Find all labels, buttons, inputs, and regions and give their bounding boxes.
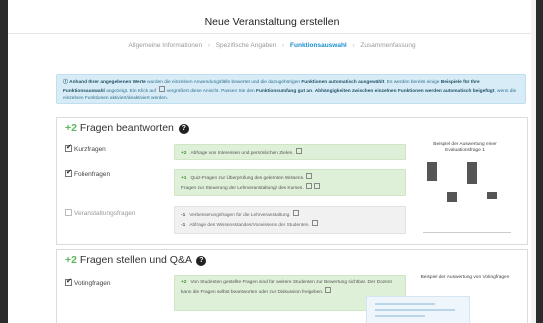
info-icon: ⓘ (63, 80, 68, 85)
magnify-icon[interactable] (305, 183, 312, 189)
chart-bar (447, 192, 457, 202)
preview-line (375, 303, 435, 305)
checkbox-checked[interactable] (65, 277, 72, 286)
info-text: . Es werden bereits einige (384, 80, 441, 85)
question-circle-icon[interactable]: ? (178, 124, 189, 134)
dialog-title: Neue Veranstaltung erstellen (204, 16, 340, 28)
wizard-steps: Allgemeine Informationen › Spezifische A… (8, 42, 536, 49)
example-title: Beispiel der Auswertung einer Evaluation… (433, 142, 497, 153)
step-general-info[interactable]: Allgemeine Informationen (128, 42, 202, 49)
reason-score: -1 (181, 213, 186, 218)
info-text: Funktionsumfang gut an (256, 89, 313, 94)
checkbox-unchecked[interactable] (65, 209, 72, 216)
info-text: Abhängigkeiten zwischen einzelnen Funkti… (314, 89, 495, 94)
reason-box-folienfragen: +1 Quiz-Fragen zur Überprüfung des gelern… (174, 169, 406, 196)
info-text: angezeigt. Ein Klick auf (104, 89, 158, 94)
magnify-icon[interactable] (295, 148, 302, 154)
reason-score: +2 (181, 280, 187, 285)
option-kurzfragen[interactable]: Kurzfragen (65, 143, 106, 153)
preview-line (375, 309, 455, 311)
info-text: wurden die einzelnen Anwendungsfälle bew… (145, 80, 302, 85)
magnify-icon[interactable] (306, 173, 313, 179)
magnify-icon[interactable] (292, 210, 299, 216)
chevron-right-icon: › (207, 42, 210, 49)
reason-text: Fragen zur Steuerung der Lehrveranstaltu… (181, 186, 304, 191)
info-text: Funktionen automatisch ausgewählt (301, 80, 385, 85)
chart-bar (427, 162, 437, 181)
option-folienfragen[interactable]: Folienfragen (65, 168, 111, 178)
option-votingfragen[interactable]: Votingfragen (65, 277, 111, 287)
reason-text: Abfrage des Wissensstandes/Vorwissens de… (189, 223, 310, 228)
info-alert: ⓘ Anhand Ihrer angegebenen Werte wurden … (56, 74, 526, 104)
step-function-selection[interactable]: Funktionsauswahl (290, 42, 347, 49)
title-divider (8, 33, 536, 34)
example-title: Beispiel der Auswertung von Votingfragen (420, 275, 510, 280)
option-label: Veranstaltungsfragen (74, 210, 136, 217)
option-label: Folienfragen (74, 171, 111, 178)
chart-axis (423, 232, 511, 233)
reason-score: -1 (181, 223, 186, 228)
voting-example-preview[interactable] (366, 296, 470, 323)
section-title: Fragen stellen und Q&A (79, 254, 192, 266)
option-label: Votingfragen (74, 280, 111, 287)
question-circle-icon[interactable]: ? (196, 256, 207, 266)
reason-box-veranstaltungsfragen: -1 Verbesserungsfragen für die Lehrverans… (174, 206, 406, 234)
section-score: +2 (65, 254, 77, 266)
option-label: Kurzfragen (74, 146, 106, 153)
create-event-dialog: Neue Veranstaltung erstellen Allgemeine … (8, 0, 536, 323)
step-specific-info[interactable]: Spezifische Angaben (216, 42, 277, 49)
option-veranstaltungsfragen[interactable]: Veranstaltungsfragen (65, 209, 135, 217)
info-text: Anhand Ihrer angegebenen Werte (69, 80, 146, 85)
checkbox-checked[interactable] (65, 168, 72, 177)
reason-score: +2 (181, 151, 187, 156)
magnify-icon[interactable] (325, 287, 332, 293)
reason-score: +1 (181, 176, 187, 181)
chart-bar (487, 192, 497, 199)
chart-bar (467, 162, 477, 184)
reason-text: Verbesserungsfragen für die Lehrveransta… (189, 213, 291, 218)
step-summary[interactable]: Zusammenfassung (360, 42, 415, 49)
info-text: vergrößert diese Ansicht. Passen Sie den (165, 89, 257, 94)
preview-line (375, 315, 425, 317)
chevron-right-icon: › (282, 42, 285, 49)
section-score: +2 (65, 122, 77, 134)
section-answer-questions: +2 Fragen beantworten ? Kurzfragen +2Abf… (56, 117, 528, 245)
magnify-icon[interactable] (311, 220, 318, 226)
reason-text: Abfrage von Interessen und persönlichen … (190, 151, 294, 156)
reason-text: Von Studenten gestellte Fragen sind für … (181, 280, 392, 295)
section-heading: +2 Fragen stellen und Q&A ? (65, 254, 207, 266)
reason-text: Quiz-Fragen zur Überprüfung des gelernte… (190, 176, 305, 181)
reason-box-kurzfragen: +2 Abfrage von Interessen und persönliche… (174, 144, 406, 160)
chevron-right-icon: › (352, 42, 355, 49)
magnify-icon[interactable] (313, 183, 320, 189)
scrollbar[interactable] (531, 0, 536, 323)
section-title: Fragen beantworten (79, 122, 174, 134)
checkbox-checked[interactable] (65, 143, 72, 152)
section-heading: +2 Fragen beantworten ? (65, 122, 189, 134)
